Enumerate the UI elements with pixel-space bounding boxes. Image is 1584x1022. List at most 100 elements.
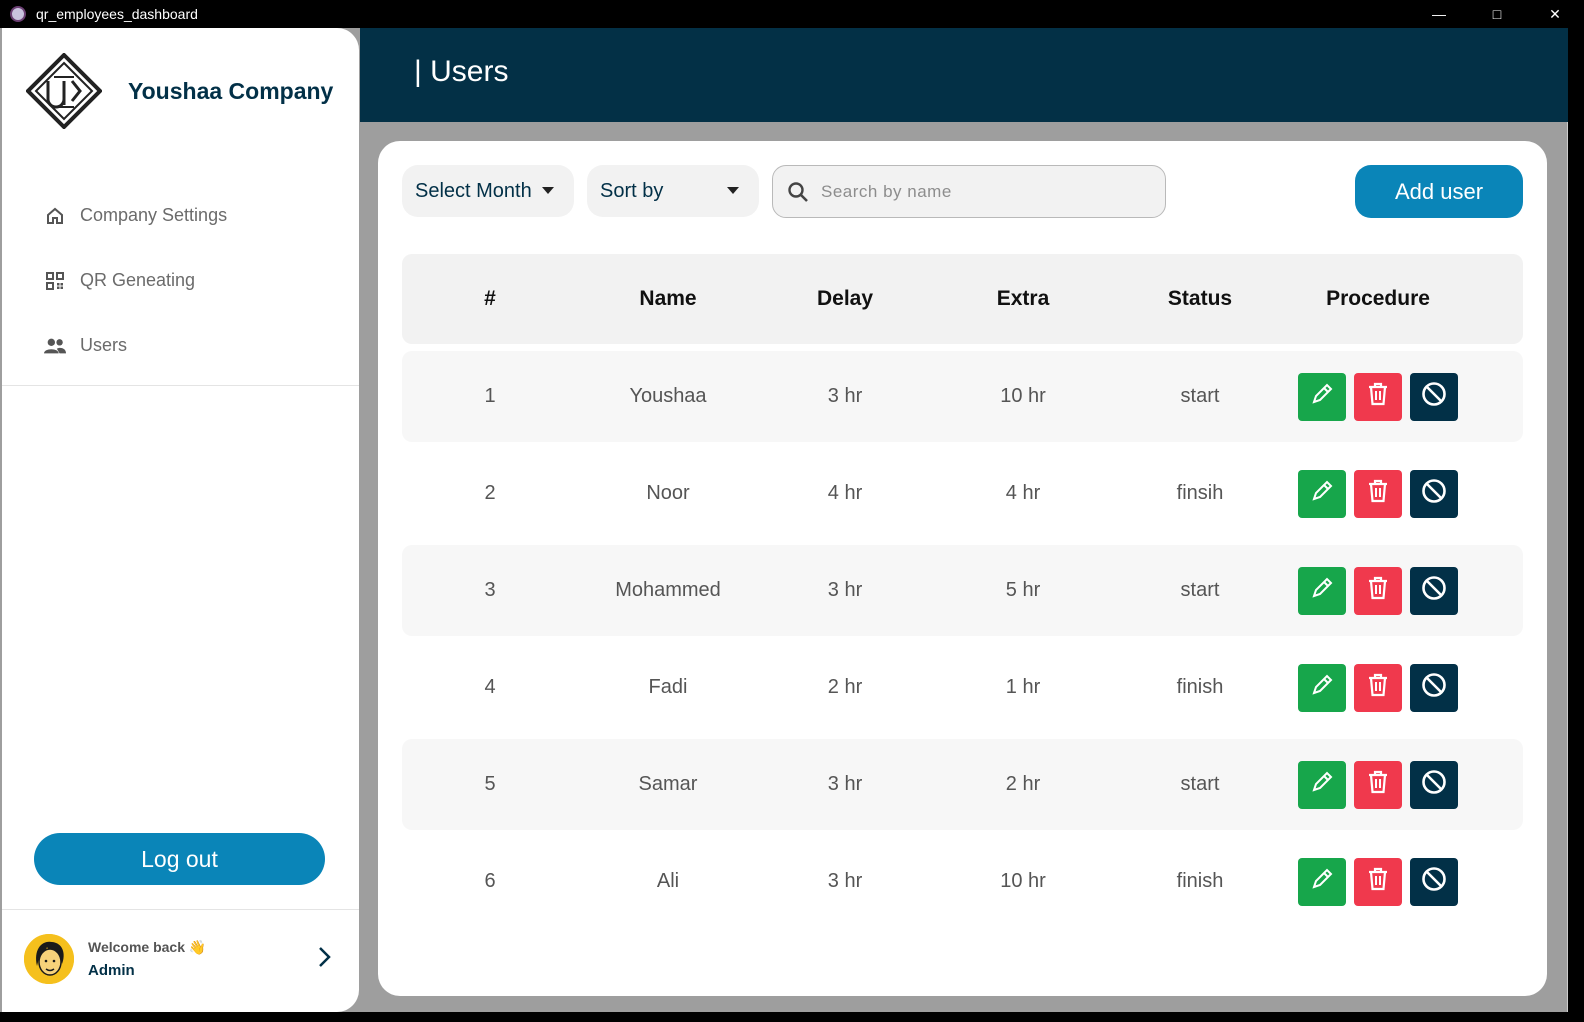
cell-index: 2 [484,482,496,504]
home-icon [44,205,66,227]
users-panel: Select Month Sort by Add user # Name Del… [378,141,1547,996]
pencil-icon [1308,865,1336,898]
month-dropdown[interactable]: Select Month [402,165,574,217]
pencil-icon [1308,574,1336,607]
cell-name: Samar [638,773,698,795]
delete-button[interactable] [1354,760,1402,809]
cell-status: start [1180,773,1220,795]
cell-extra: 10 hr [1000,385,1046,407]
search-box[interactable] [772,165,1166,218]
delete-button[interactable] [1354,566,1402,615]
cell-status: finish [1176,870,1224,892]
column-header: # [484,287,496,310]
cell-extra: 10 hr [1000,870,1046,892]
block-icon [1420,380,1448,413]
window-titlebar: qr_employees_dashboard — □ ✕ [0,0,1584,28]
toolbar: Select Month Sort by Add user [402,165,1523,219]
sidebar-item-label: Users [80,335,128,355]
close-icon[interactable]: ✕ [1526,0,1584,28]
block-button[interactable] [1410,372,1458,421]
cell-name: Youshaa [629,385,707,407]
edit-button[interactable] [1298,857,1346,906]
table-header: # Name Delay Extra Status Procedure [402,254,1523,344]
sidebar-item-users[interactable]: Users [2,313,359,378]
block-button[interactable] [1410,760,1458,809]
logout-button[interactable]: Log out [34,833,325,885]
trash-icon [1366,575,1390,606]
sidebar-item-company-settings[interactable]: Company Settings [2,183,359,248]
profile-card[interactable]: Welcome back 👋 Admin [24,933,344,985]
cell-delay: 4 hr [827,482,863,504]
cell-delay: 3 hr [827,385,863,407]
brand: Youshaa Company [26,53,333,129]
cell-name: Fadi [648,676,688,698]
sidebar-item-label: QR Geneating [80,270,196,290]
table-row: 4 Fadi 2 hr 1 hr finish [402,642,1523,733]
row-actions [1298,351,1466,442]
nav-divider [2,385,359,386]
table-row: 2 Noor 4 hr 4 hr finsih [402,448,1523,539]
app-icon [10,6,26,22]
users-table: # Name Delay Extra Status Procedure 1 You… [402,254,1523,971]
cell-delay: 3 hr [827,773,863,795]
cell-index: 1 [484,385,496,407]
row-actions [1298,739,1466,830]
table-row: 6 Ali 3 hr 10 hr finish [402,836,1523,927]
block-button[interactable] [1410,469,1458,518]
pencil-icon [1308,768,1336,801]
column-header: Extra [996,287,1050,310]
cell-index: 3 [484,579,496,601]
delete-button[interactable] [1354,857,1402,906]
column-header: Name [639,287,697,310]
sidebar-item-qr-generating[interactable]: QR Geneating [2,248,359,313]
table-row: 5 Samar 3 hr 2 hr start [402,739,1523,830]
edit-button[interactable] [1298,372,1346,421]
block-icon [1420,671,1448,704]
add-user-button[interactable]: Add user [1355,165,1523,218]
table-row: 3 Mohammed 3 hr 5 hr start [402,545,1523,636]
maximize-icon[interactable]: □ [1468,0,1526,28]
company-logo [26,53,102,129]
delete-button[interactable] [1354,469,1402,518]
minimize-icon[interactable]: — [1410,0,1468,28]
cell-extra: 2 hr [1005,773,1041,795]
pencil-icon [1308,380,1336,413]
profile-divider [2,909,359,910]
chevron-right-icon[interactable] [316,945,332,969]
cell-status: finsih [1176,482,1224,504]
block-button[interactable] [1410,566,1458,615]
cell-delay: 2 hr [827,676,863,698]
block-icon [1420,477,1448,510]
block-button[interactable] [1410,857,1458,906]
edit-button[interactable] [1298,760,1346,809]
block-icon [1420,768,1448,801]
cell-name: Noor [646,482,690,504]
user-role: Admin [88,962,135,979]
row-actions [1298,836,1466,927]
block-icon [1420,574,1448,607]
search-input[interactable] [821,181,1141,202]
delete-button[interactable] [1354,372,1402,421]
delete-button[interactable] [1354,663,1402,712]
sidebar-nav: Company Settings QR Geneating Users [2,183,359,378]
block-button[interactable] [1410,663,1458,712]
trash-icon [1366,381,1390,412]
block-icon [1420,865,1448,898]
edit-button[interactable] [1298,663,1346,712]
trash-icon [1366,866,1390,897]
avatar [24,934,74,984]
pencil-icon [1308,477,1336,510]
search-icon [788,181,808,202]
edit-button[interactable] [1298,566,1346,615]
pencil-icon [1308,671,1336,704]
cell-status: start [1180,579,1220,601]
company-name: Youshaa Company [128,77,334,104]
app-window: Youshaa Company Company Settings QR Gene… [0,28,1568,1012]
profile-text: Welcome back 👋 Admin [88,939,206,979]
qr-code-icon [44,270,66,292]
month-dropdown-label: Select Month [415,179,532,202]
edit-button[interactable] [1298,469,1346,518]
sort-dropdown[interactable]: Sort by [587,165,759,217]
row-actions [1298,448,1466,539]
row-actions [1298,545,1466,636]
